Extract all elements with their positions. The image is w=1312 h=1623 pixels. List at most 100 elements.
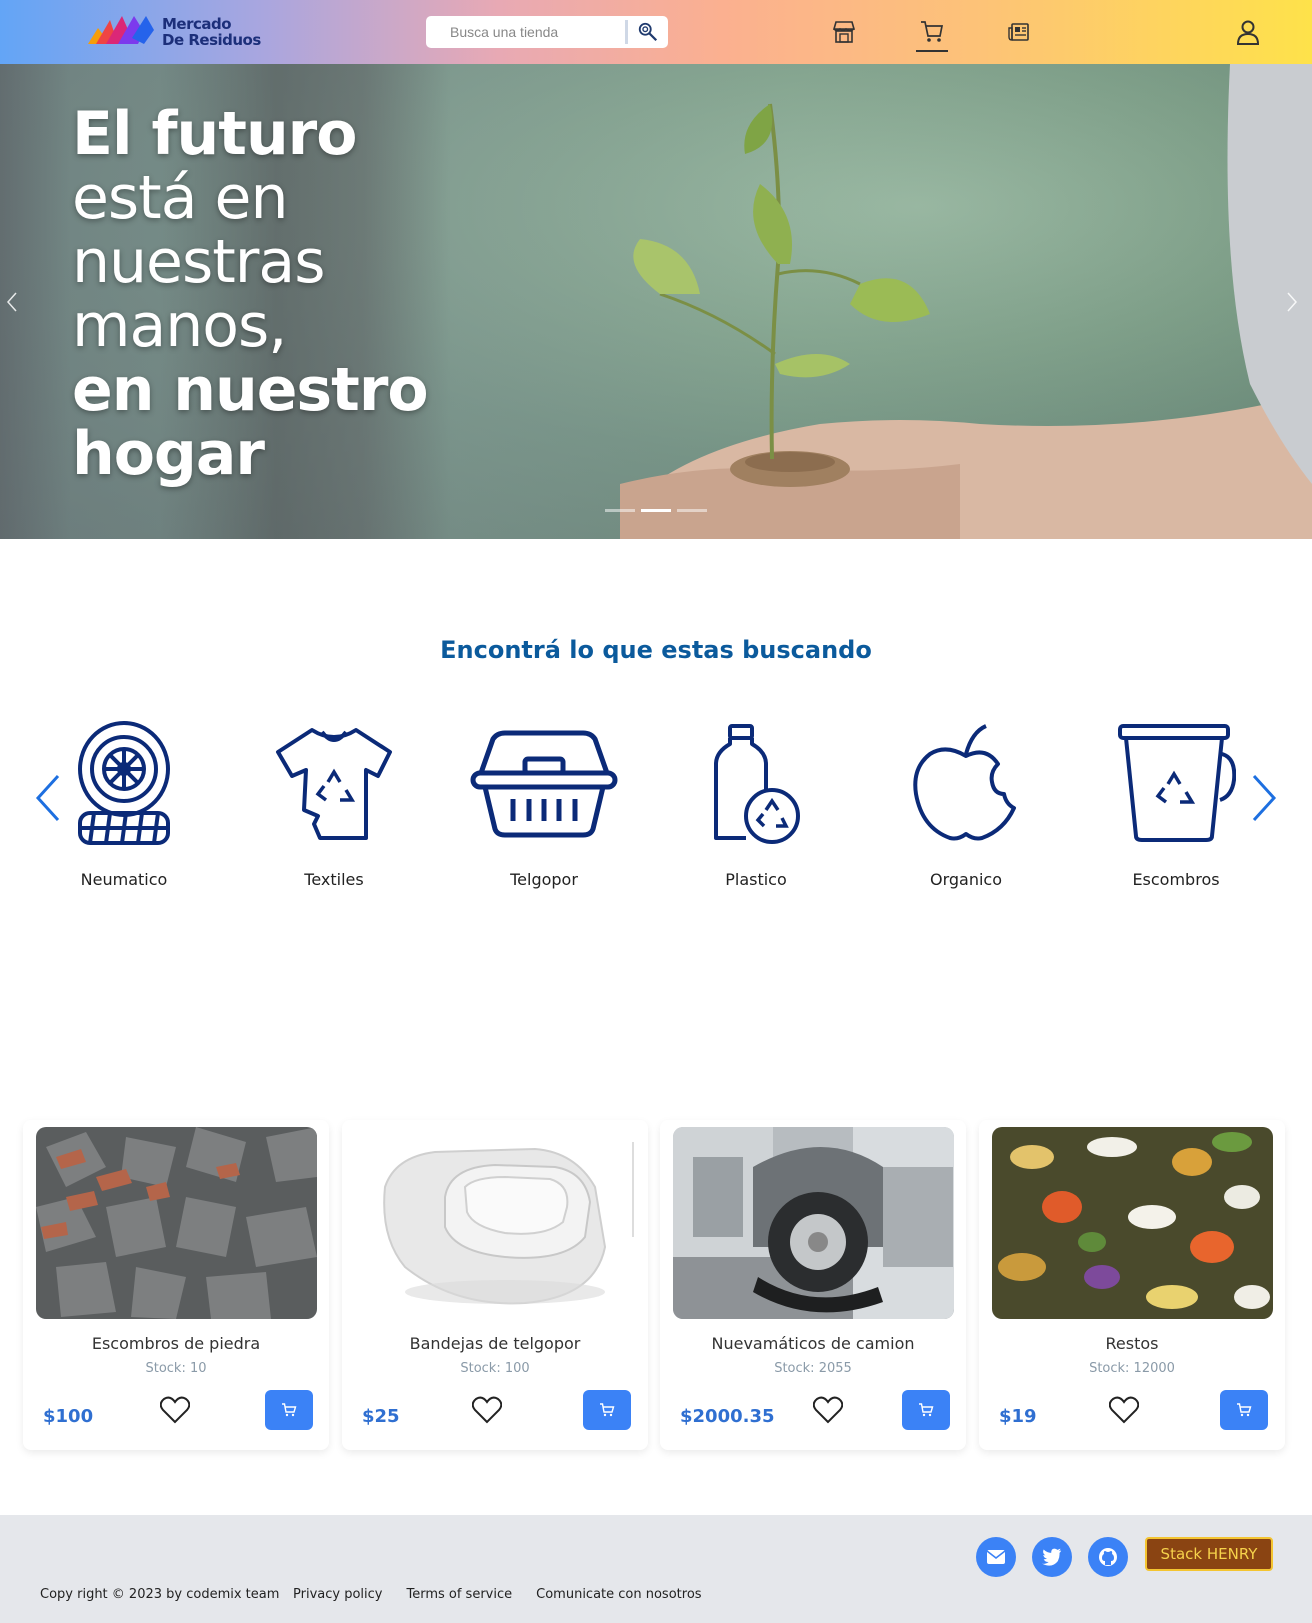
carousel-indicator-3[interactable]: [677, 509, 707, 512]
category-telgopor[interactable]: Telgopor: [464, 720, 624, 890]
product-image: [673, 1127, 954, 1319]
category-escombros[interactable]: Escombros: [1096, 720, 1256, 890]
hero-line-2: está en: [72, 163, 288, 233]
carousel-prev-button[interactable]: [2, 282, 22, 322]
carousel-indicator-1[interactable]: [605, 509, 635, 512]
add-to-cart-button[interactable]: [902, 1390, 950, 1430]
store-icon: [832, 21, 856, 43]
hero-line-6: hogar: [72, 419, 265, 489]
search-button[interactable]: [631, 18, 665, 46]
cart-icon: [919, 1403, 934, 1417]
favorite-button[interactable]: [1108, 1396, 1140, 1426]
tire-icon: [44, 720, 204, 848]
footer: Stack HENRY Copy right © 2023 by codemix…: [0, 1515, 1312, 1623]
search-divider: [625, 20, 628, 44]
categories-title: Encontrá lo que estas buscando: [440, 636, 872, 664]
mail-icon: [987, 1550, 1005, 1564]
product-stock: Stock: 100: [460, 1361, 530, 1376]
product-price: $100: [43, 1406, 94, 1427]
hero-line-4: manos,: [72, 291, 287, 361]
nav-cart-button[interactable]: [916, 16, 948, 48]
add-to-cart-button[interactable]: [583, 1390, 631, 1430]
cart-icon: [1237, 1403, 1252, 1417]
hero-headline: El futuro está en nuestras manos, en nue…: [72, 99, 429, 489]
hero-line-3: nuestras: [72, 227, 325, 297]
category-label: Organico: [929, 870, 1003, 889]
product-image: [36, 1127, 317, 1319]
bucket-icon: [1096, 720, 1256, 848]
contact-link[interactable]: Comunicate con nosotros: [536, 1587, 701, 1602]
favorite-button[interactable]: [471, 1396, 503, 1426]
news-icon: [1008, 23, 1029, 41]
product-name: Bandejas de telgopor: [409, 1334, 581, 1353]
product-stock: Stock: 10: [145, 1361, 207, 1376]
carousel-indicators: [605, 509, 707, 512]
category-label: Neumatico: [80, 870, 168, 889]
product-name: Nuevamáticos de camion: [711, 1334, 915, 1353]
product-card[interactable]: Bandejas de telgopor Stock: 100 $25: [342, 1120, 648, 1450]
stack-henry-button[interactable]: Stack HENRY: [1145, 1537, 1273, 1571]
hero-carousel: El futuro está en nuestras manos, en nue…: [0, 64, 1312, 539]
cart-icon: [282, 1403, 297, 1417]
product-stock: Stock: 2055: [774, 1361, 852, 1376]
privacy-policy-link[interactable]: Privacy policy: [293, 1587, 382, 1602]
chevron-right-icon: [1287, 292, 1298, 312]
product-price: $19: [999, 1406, 1037, 1427]
active-nav-underline: [916, 50, 948, 52]
logo-line-1: Mercado: [162, 15, 232, 33]
hero-line-1: El futuro: [72, 99, 357, 169]
category-label: Textiles: [304, 870, 364, 889]
favorite-button[interactable]: [159, 1396, 191, 1426]
nav-store-button[interactable]: [828, 16, 860, 48]
category-plastico[interactable]: Plastico: [676, 720, 836, 890]
nav-news-button[interactable]: [1004, 16, 1036, 48]
chevron-left-icon: [6, 292, 17, 312]
twitter-icon: [1042, 1548, 1062, 1566]
footer-links: Privacy policy Terms of service Comunica…: [293, 1587, 702, 1602]
logo[interactable]: Mercado De Residuos: [88, 14, 263, 50]
twitter-button[interactable]: [1032, 1537, 1072, 1577]
add-to-cart-button[interactable]: [265, 1390, 313, 1430]
cart-icon: [921, 21, 944, 42]
favorite-button[interactable]: [812, 1396, 844, 1426]
hero-line-5: en nuestro: [72, 355, 429, 425]
category-label: Telgopor: [510, 870, 578, 889]
product-name: Escombros de piedra: [91, 1334, 261, 1353]
search-input[interactable]: [426, 16, 626, 48]
logo-text: Mercado De Residuos: [162, 16, 261, 48]
product-stock: Stock: 12000: [1089, 1361, 1175, 1376]
category-label: Plastico: [725, 870, 787, 889]
product-price: $2000.35: [680, 1406, 775, 1427]
apple-icon: [886, 720, 1046, 848]
user-account-button[interactable]: [1232, 16, 1264, 48]
category-organico[interactable]: Organico: [886, 720, 1046, 890]
top-navbar: Mercado De Residuos: [0, 0, 1312, 64]
product-image: [355, 1127, 636, 1319]
product-image: [992, 1127, 1273, 1319]
terms-of-service-link[interactable]: Terms of service: [406, 1587, 512, 1602]
product-card[interactable]: Restos Stock: 12000 $19: [979, 1120, 1285, 1450]
user-icon: [1236, 20, 1260, 45]
search-icon: [638, 22, 658, 42]
heart-icon: [159, 1396, 191, 1424]
tshirt-icon: [254, 720, 414, 848]
category-label: Escombros: [1132, 870, 1220, 889]
product-card[interactable]: Escombros de piedra Stock: 10 $100: [23, 1120, 329, 1450]
heart-icon: [812, 1396, 844, 1424]
heart-icon: [1108, 1396, 1140, 1424]
foam-container-icon: [464, 720, 624, 848]
github-button[interactable]: [1088, 1537, 1128, 1577]
cart-icon: [600, 1403, 615, 1417]
bottle-icon: [676, 720, 836, 848]
add-to-cart-button[interactable]: [1220, 1390, 1268, 1430]
mail-button[interactable]: [976, 1537, 1016, 1577]
category-textiles[interactable]: Textiles: [254, 720, 414, 890]
carousel-next-button[interactable]: [1282, 282, 1302, 322]
category-neumatico[interactable]: Neumatico: [44, 720, 204, 890]
github-icon: [1099, 1548, 1117, 1566]
carousel-indicator-2[interactable]: [641, 509, 671, 512]
logo-mark: [88, 16, 154, 44]
product-card[interactable]: Nuevamáticos de camion Stock: 2055 $2000…: [660, 1120, 966, 1450]
logo-line-2: De Residuos: [162, 31, 261, 49]
product-name: Restos: [1105, 1334, 1159, 1353]
